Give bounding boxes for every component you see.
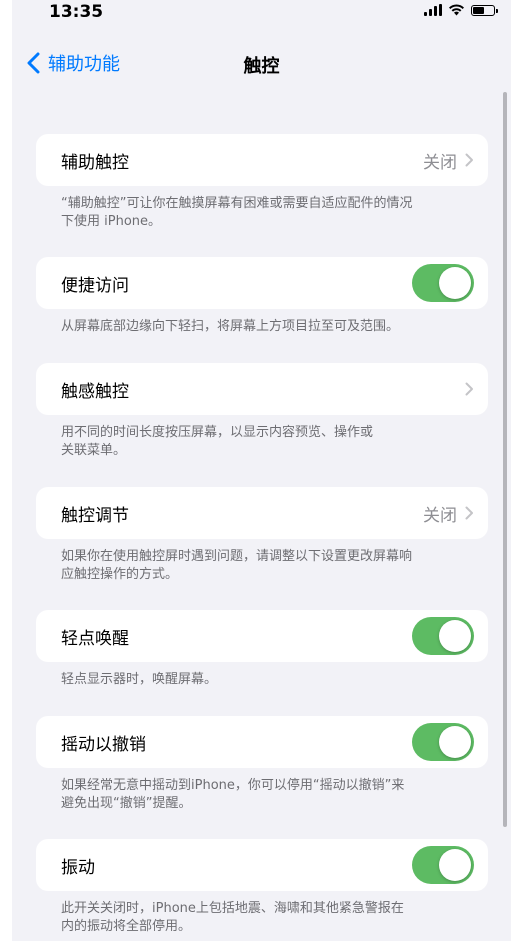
status-icons [424,4,498,16]
vibration-toggle[interactable] [412,846,474,884]
scrollbar[interactable] [503,92,507,827]
row-value: 关闭 [423,505,457,526]
toggle-knob [439,620,471,652]
footer-line: 关联菜单。 [61,443,127,458]
toggle-knob [439,267,471,299]
chevron-right-icon [465,382,473,396]
toggle-knob [439,726,471,758]
tap-to-wake-row: 轻点唤醒 [36,610,488,662]
row-label: 摇动以撤销 [61,734,146,755]
tap-to-wake-toggle[interactable] [412,617,474,655]
settings-screen: 13:35 辅助功能 触控 辅助触控 关闭 “辅助触控”可让你在触摸屏幕有困难或… [12,0,511,941]
navigation-bar: 辅助功能 触控 [12,40,511,90]
section-shake-to-undo: 摇动以撤销 如果经常无意中摇动到iPhone，你可以停用“摇动以撤销”来 避免出… [36,716,488,813]
footer-line: 避免出现“撤销”提醒。 [61,796,192,811]
battery-icon [471,4,498,16]
row-value: 关闭 [423,152,457,173]
section-reachability: 便捷访问 从屏幕底部边缘向下轻扫，将屏幕上方项目拉至可及范围。 [36,257,488,336]
section-assistive-touch: 辅助触控 关闭 “辅助触控”可让你在触摸屏幕有困难或需要自适应配件的情况 下使用… [36,134,488,231]
footer-line: 下使用 iPhone。 [61,214,162,229]
footer-line: 从屏幕底部边缘向下轻扫，将屏幕上方项目拉至可及范围。 [61,319,400,334]
footer-line: 如果经常无意中摇动到iPhone，你可以停用“摇动以撤销”来 [61,778,405,793]
reachability-toggle[interactable] [412,264,474,302]
chevron-right-icon [465,153,473,167]
section-footer: “辅助触控”可让你在触摸屏幕有困难或需要自适应配件的情况 下使用 iPhone。 [61,195,474,231]
toggle-knob [439,849,471,881]
cellular-signal-icon [424,4,442,16]
row-label: 便捷访问 [61,275,129,296]
shake-to-undo-toggle[interactable] [412,723,474,761]
touch-accommodations-row[interactable]: 触控调节 关闭 [36,487,488,539]
vibration-row: 振动 [36,839,488,891]
section-footer: 用不同的时间长度按压屏幕，以显示内容预览、操作或 关联菜单。 [61,424,474,460]
footer-line: “辅助触控”可让你在触摸屏幕有困难或需要自适应配件的情况 [61,196,413,211]
section-haptic-touch: 触感触控 用不同的时间长度按压屏幕，以显示内容预览、操作或 关联菜单。 [36,363,488,460]
section-tap-to-wake: 轻点唤醒 轻点显示器时，唤醒屏幕。 [36,610,488,689]
footer-line: 用不同的时间长度按压屏幕，以显示内容预览、操作或 [61,425,374,440]
footer-line: 此开关关闭时，iPhone上包括地震、海啸和其他紧急警报在 [61,901,404,916]
section-footer: 如果你在使用触控屏时遇到问题，请调整以下设置更改屏幕响 应触控操作的方式。 [61,548,474,584]
page-title: 触控 [243,56,280,77]
row-label: 振动 [61,857,95,878]
status-time: 13:35 [49,2,104,22]
row-label: 轻点唤醒 [61,628,129,649]
row-label: 辅助触控 [61,152,129,173]
footer-line: 应触控操作的方式。 [61,567,179,582]
haptic-touch-row[interactable]: 触感触控 [36,363,488,415]
shake-to-undo-row: 摇动以撤销 [36,716,488,768]
row-label: 触感触控 [61,381,129,402]
section-footer: 从屏幕底部边缘向下轻扫，将屏幕上方项目拉至可及范围。 [61,318,474,336]
assistive-touch-row[interactable]: 辅助触控 关闭 [36,134,488,186]
reachability-row: 便捷访问 [36,257,488,309]
chevron-right-icon [465,506,473,520]
status-bar: 13:35 [12,0,511,28]
footer-line: 内的振动将全部停用。 [61,919,192,934]
section-touch-accommodations: 触控调节 关闭 如果你在使用触控屏时遇到问题，请调整以下设置更改屏幕响 应触控操… [36,487,488,584]
section-footer: 如果经常无意中摇动到iPhone，你可以停用“摇动以撤销”来 避免出现“撤销”提… [61,777,474,813]
footer-line: 轻点显示器时，唤醒屏幕。 [61,672,218,687]
footer-line: 如果你在使用触控屏时遇到问题，请调整以下设置更改屏幕响 [61,549,413,564]
section-vibration: 振动 此开关关闭时，iPhone上包括地震、海啸和其他紧急警报在 内的振动将全部… [36,839,488,936]
section-footer: 此开关关闭时，iPhone上包括地震、海啸和其他紧急警报在 内的振动将全部停用。 [61,900,474,936]
wifi-icon [449,4,464,16]
row-label: 触控调节 [61,505,129,526]
section-footer: 轻点显示器时，唤醒屏幕。 [61,671,474,689]
